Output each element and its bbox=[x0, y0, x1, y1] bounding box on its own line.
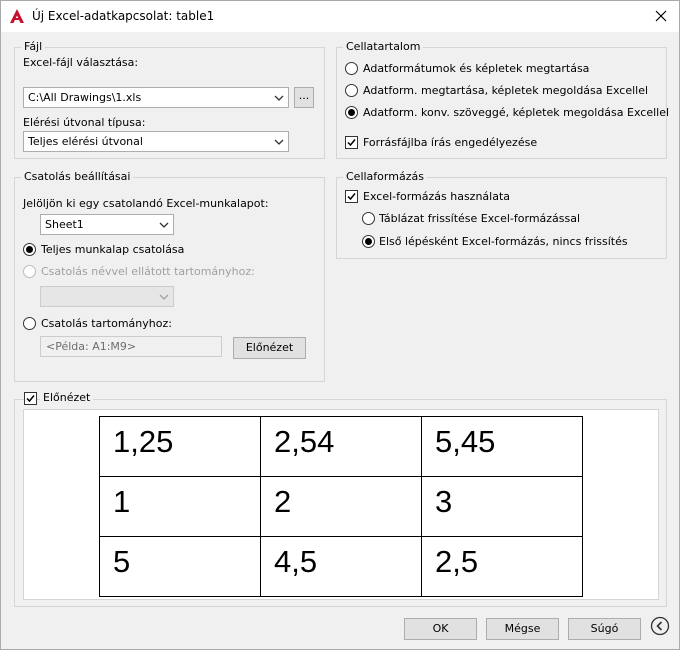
ok-button[interactable]: OK bbox=[404, 618, 477, 640]
chevron-down-icon bbox=[159, 294, 169, 300]
cancel-button[interactable]: Mégse bbox=[486, 618, 559, 640]
table-cell: 5,45 bbox=[421, 416, 583, 477]
use-excel-format-checkbox[interactable] bbox=[345, 190, 358, 203]
file-group-title: Fájl bbox=[21, 40, 46, 54]
radio-keep-formats-solve[interactable] bbox=[345, 84, 358, 97]
path-type-label: Elérési útvonal típusa: bbox=[23, 116, 146, 129]
full-sheet-label: Teljes munkalap csatolása bbox=[41, 243, 185, 256]
choose-file-label: Excel-fájl választása: bbox=[23, 56, 139, 69]
path-type-combo[interactable]: Teljes elérési útvonal bbox=[23, 131, 289, 152]
table-row: 1,25 2,54 5,45 bbox=[99, 416, 583, 477]
checkmark-icon bbox=[347, 193, 356, 201]
table-cell: 1,25 bbox=[99, 416, 261, 477]
chevron-down-icon bbox=[274, 95, 284, 101]
radio-full-sheet[interactable] bbox=[23, 243, 36, 256]
table-cell: 2 bbox=[260, 476, 422, 537]
named-range-combo[interactable] bbox=[40, 286, 174, 307]
title-bar: Új Excel-adatkapcsolat: table1 bbox=[1, 1, 679, 32]
collapse-button[interactable] bbox=[650, 616, 670, 636]
radio-convert-text[interactable] bbox=[345, 106, 358, 119]
path-type-value: Teljes elérési útvonal bbox=[28, 135, 143, 148]
radio-refresh-format[interactable] bbox=[362, 212, 375, 225]
chevron-down-icon bbox=[159, 222, 169, 228]
dialog-window: Új Excel-adatkapcsolat: table1 Fájl Exce… bbox=[0, 0, 680, 650]
file-combo[interactable]: C:\All Drawings\1.xls bbox=[23, 87, 289, 108]
file-combo-value: C:\All Drawings\1.xls bbox=[28, 91, 142, 104]
keep-formats-solve-label: Adatform. megtartása, képletek megoldása… bbox=[363, 84, 649, 97]
circle-chevron-left-icon bbox=[650, 616, 670, 636]
radio-named-range[interactable] bbox=[23, 265, 36, 278]
preview-table: 1,25 2,54 5,45 1 2 3 5 4,5 2,5 bbox=[99, 416, 583, 597]
choose-sheet-label: Jelöljön ki egy csatolandó Excel-munkala… bbox=[23, 197, 269, 210]
radio-keep-formats[interactable] bbox=[345, 62, 358, 75]
range-label: Csatolás tartományhoz: bbox=[41, 317, 172, 330]
sheet-combo[interactable]: Sheet1 bbox=[40, 214, 174, 235]
preview-label: Előnézet bbox=[40, 391, 94, 405]
checkmark-icon bbox=[347, 139, 356, 147]
use-excel-format-label: Excel-formázás használata bbox=[363, 190, 511, 203]
close-button[interactable] bbox=[649, 6, 673, 26]
browse-button[interactable]: ... bbox=[294, 87, 314, 108]
preview-checkbox[interactable] bbox=[24, 392, 37, 405]
link-settings-title: Csatolás beállításai bbox=[21, 170, 134, 184]
autocad-logo-icon bbox=[9, 8, 25, 24]
window-title: Új Excel-adatkapcsolat: table1 bbox=[32, 9, 215, 23]
convert-text-label: Adatform. konv. szöveggé, képletek megol… bbox=[363, 106, 670, 119]
cell-content-title: Cellatartalom bbox=[343, 40, 424, 54]
table-cell: 3 bbox=[421, 476, 583, 537]
range-input[interactable]: <Példa: A1:M9> bbox=[40, 336, 222, 357]
table-cell: 2,54 bbox=[260, 416, 422, 477]
close-icon bbox=[655, 10, 667, 22]
table-cell: 4,5 bbox=[260, 536, 422, 597]
table-cell: 5 bbox=[99, 536, 261, 597]
refresh-format-label: Táblázat frissítése Excel-formázással bbox=[379, 212, 581, 225]
checkmark-icon bbox=[26, 395, 35, 403]
chevron-down-icon bbox=[274, 139, 284, 145]
named-range-label: Csatolás névvel ellátott tartományhoz: bbox=[41, 265, 255, 278]
table-row: 5 4,5 2,5 bbox=[99, 536, 583, 597]
allow-write-label: Forrásfájlba írás engedélyezése bbox=[363, 136, 538, 149]
range-placeholder: <Példa: A1:M9> bbox=[46, 340, 137, 353]
table-cell: 1 bbox=[99, 476, 261, 537]
keep-formats-label: Adatformátumok és képletek megtartása bbox=[363, 62, 590, 75]
preview-button[interactable]: Előnézet bbox=[233, 337, 306, 359]
radio-first-format[interactable] bbox=[362, 235, 375, 248]
table-row: 1 2 3 bbox=[99, 476, 583, 537]
table-cell: 2,5 bbox=[421, 536, 583, 597]
allow-write-checkbox[interactable] bbox=[345, 136, 358, 149]
radio-range[interactable] bbox=[23, 317, 36, 330]
cell-format-title: Cellaformázás bbox=[343, 170, 427, 184]
help-button[interactable]: Súgó bbox=[568, 618, 641, 640]
sheet-combo-value: Sheet1 bbox=[45, 218, 84, 231]
preview-area: 1,25 2,54 5,45 1 2 3 5 4,5 2,5 bbox=[23, 409, 659, 600]
first-format-label: Első lépésként Excel-formázás, nincs fri… bbox=[379, 235, 628, 248]
